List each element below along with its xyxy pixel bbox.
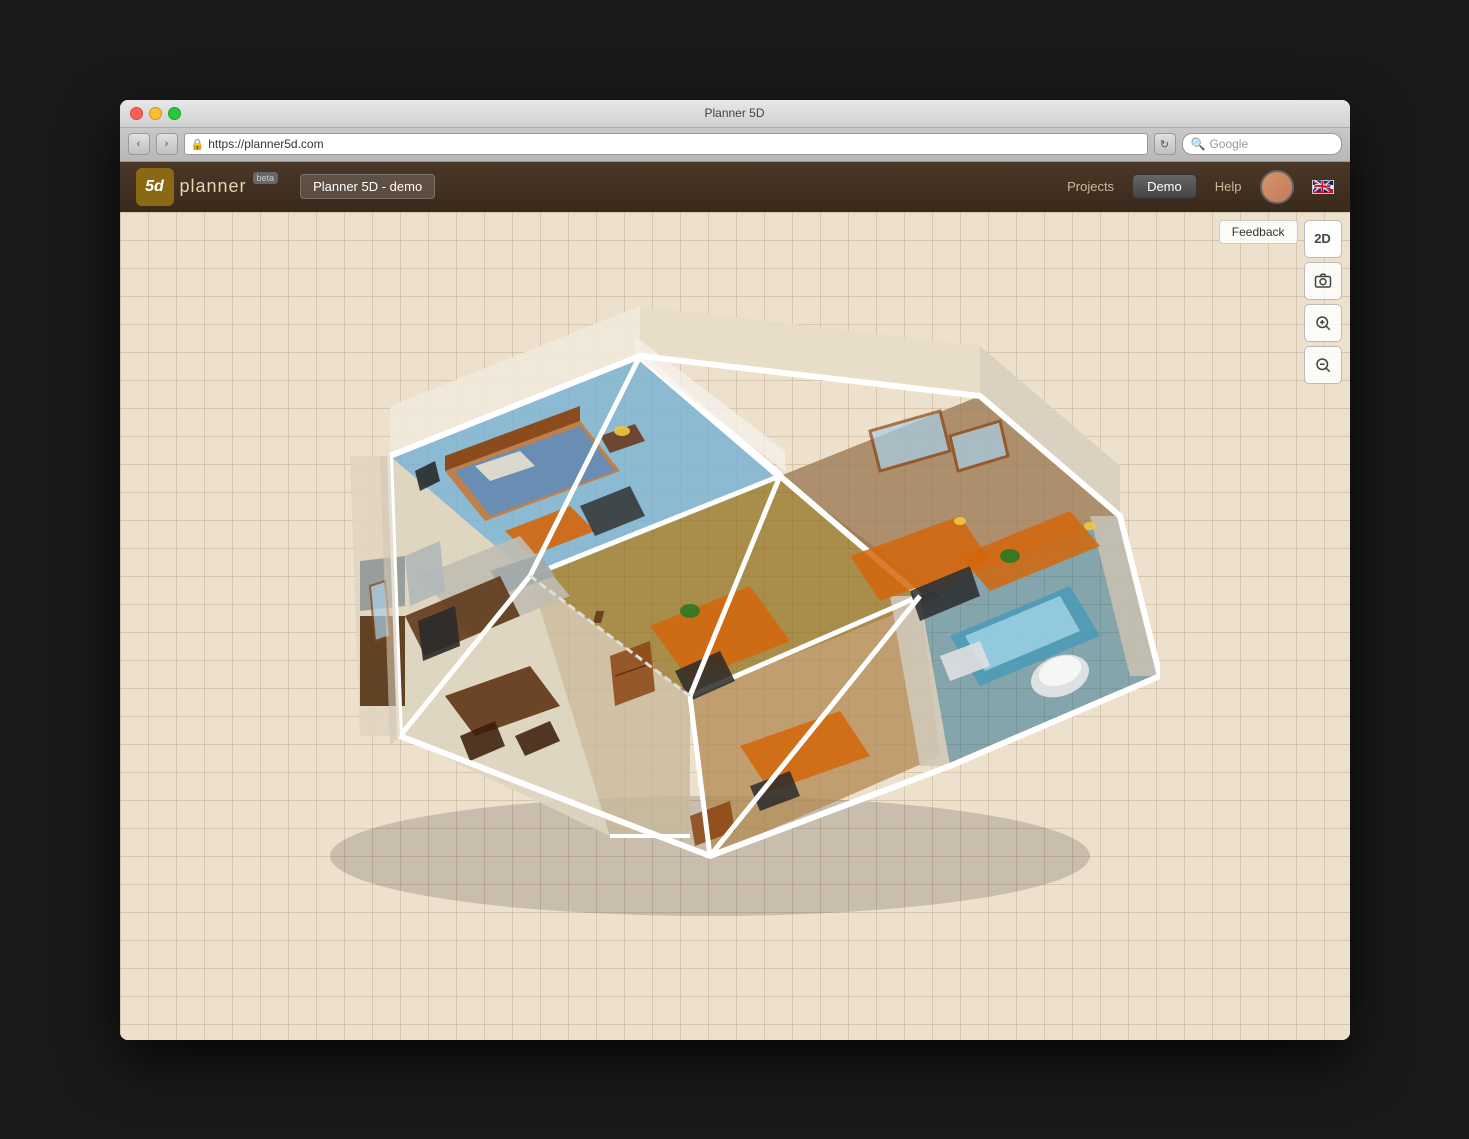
titlebar: Planner 5D — [120, 100, 1350, 128]
logo-text: planner — [180, 176, 247, 197]
right-toolbar: 2D — [1304, 220, 1342, 384]
help-link[interactable]: Help — [1215, 179, 1242, 194]
canvas-area[interactable]: Feedback 2D — [120, 212, 1350, 1040]
feedback-button[interactable]: Feedback — [1219, 220, 1298, 244]
zoom-in-button[interactable] — [1304, 304, 1342, 342]
avatar[interactable] — [1260, 170, 1294, 204]
window-title: Planner 5D — [704, 106, 764, 120]
close-button[interactable] — [130, 107, 143, 120]
demo-button[interactable]: Demo — [1132, 174, 1197, 199]
addressbar: ‹ › 🔒 https://planner5d.com ↻ 🔍 Google — [120, 128, 1350, 162]
avatar-image — [1262, 172, 1292, 202]
search-placeholder: Google — [1209, 137, 1248, 151]
logo-icon: 5d — [136, 168, 174, 206]
screenshot-button[interactable] — [1304, 262, 1342, 300]
url-bar[interactable]: 🔒 https://planner5d.com — [184, 133, 1148, 155]
beta-badge: beta — [253, 172, 279, 184]
back-button[interactable]: ‹ — [128, 133, 150, 155]
zoom-out-icon — [1314, 356, 1332, 374]
window-controls — [130, 107, 181, 120]
floorplan-svg — [260, 276, 1160, 976]
projects-link[interactable]: Projects — [1067, 179, 1114, 194]
maximize-button[interactable] — [168, 107, 181, 120]
flag-icon[interactable]: 🇬🇧 — [1312, 180, 1334, 194]
camera-icon — [1314, 272, 1332, 290]
lock-icon: 🔒 — [191, 138, 205, 151]
minimize-button[interactable] — [149, 107, 162, 120]
search-icon: 🔍 — [1191, 137, 1206, 151]
project-name[interactable]: Planner 5D - demo — [300, 174, 435, 199]
app-navbar: 5d planner beta Planner 5D - demo Projec… — [120, 162, 1350, 212]
zoom-in-icon — [1314, 314, 1332, 332]
forward-button[interactable]: › — [156, 133, 178, 155]
refresh-button[interactable]: ↻ — [1154, 133, 1176, 155]
search-bar[interactable]: 🔍 Google — [1182, 133, 1342, 155]
app-nav: Projects Demo Help 🇬🇧 — [1067, 170, 1333, 204]
logo-area: 5d planner beta — [136, 168, 279, 206]
browser-window: Planner 5D ‹ › 🔒 https://planner5d.com ↻… — [120, 100, 1350, 1040]
zoom-out-button[interactable] — [1304, 346, 1342, 384]
url-text: https://planner5d.com — [208, 137, 323, 151]
floorplan — [260, 276, 1160, 976]
view-2d-button[interactable]: 2D — [1304, 220, 1342, 258]
